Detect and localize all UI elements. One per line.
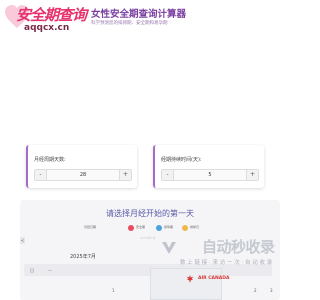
cycle-minus-button[interactable]: - bbox=[35, 170, 47, 180]
calendar-faint-month: 2025年7月 bbox=[140, 236, 156, 240]
calendar-day[interactable]: 3 bbox=[270, 288, 273, 293]
legend-safe-label: 安全期 bbox=[136, 225, 146, 229]
legend-fertile-label: 易孕期 bbox=[164, 225, 174, 229]
legend-safe-dot bbox=[156, 225, 162, 231]
watermark-title: 自动秒收录 bbox=[202, 238, 275, 256]
cycle-plus-button[interactable]: + bbox=[119, 170, 131, 180]
page-title: 女性安全期查询计算器 bbox=[91, 9, 187, 20]
logo-text: 安全期查询 bbox=[16, 6, 87, 24]
calendar-day[interactable]: 1 bbox=[112, 288, 115, 293]
period-duration-label: 经期持续时间(天): bbox=[161, 157, 202, 163]
calendar-day[interactable]: 2 bbox=[254, 288, 257, 293]
maple-leaf-icon bbox=[186, 275, 194, 283]
duration-minus-button[interactable]: - bbox=[162, 170, 174, 180]
ad-brand-text: AIR CANADA bbox=[198, 276, 230, 281]
cycle-length-input[interactable]: 28 bbox=[47, 170, 119, 180]
month-label: 2025年7月 bbox=[70, 254, 96, 260]
watermark-subtitle: 数 上 链 接 · 来 访 一 次 · 自 动 收 录 bbox=[180, 260, 273, 266]
period-duration-stepper: - 5 + bbox=[161, 169, 259, 181]
weekday-mon: 一 bbox=[48, 268, 52, 273]
period-duration-card: 经期持续时间(天): - 5 + bbox=[153, 145, 264, 188]
page-subtitle: 科学预测您的排卵期、安全期和易孕期 bbox=[91, 21, 168, 26]
legend-fertile-dot bbox=[182, 225, 188, 231]
watermark: 自动秒收录 数 上 链 接 · 来 访 一 次 · 自 动 收 录 bbox=[180, 236, 300, 276]
calendar-heading: 请选择月经开始的第一天 bbox=[106, 209, 194, 218]
legend-ovulation-label: 排卵日 bbox=[190, 225, 200, 229]
watermark-logo-icon bbox=[162, 242, 176, 254]
cycle-length-stepper: - 28 + bbox=[34, 169, 132, 181]
site-logo[interactable]: 安全期查询 aqqcx.cn bbox=[4, 2, 87, 36]
cycle-length-label: 月经周期天数: bbox=[34, 157, 66, 163]
logo-domain: aqqcx.cn bbox=[24, 23, 70, 33]
legend-period-label: 月经日期 bbox=[84, 225, 97, 229]
duration-plus-button[interactable]: + bbox=[246, 170, 258, 180]
cycle-length-card: 月经周期天数: - 28 + bbox=[26, 145, 137, 188]
prev-month-button[interactable]: < bbox=[20, 237, 25, 244]
legend-period-dot bbox=[128, 225, 134, 231]
weekday-sun: 日 bbox=[30, 268, 34, 273]
period-duration-input[interactable]: 5 bbox=[174, 170, 246, 180]
